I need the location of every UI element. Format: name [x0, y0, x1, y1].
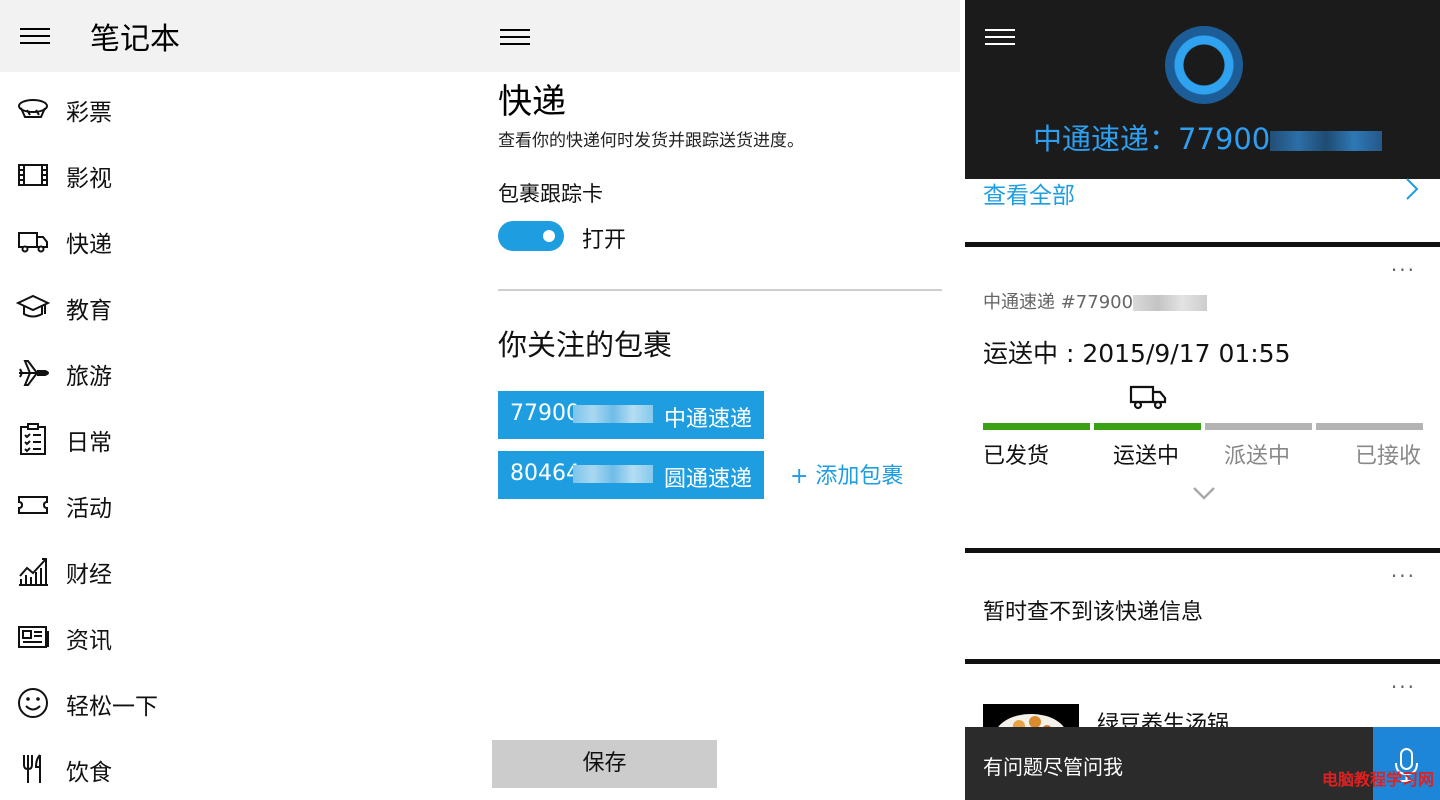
package-carrier: 中通速递	[663, 407, 752, 432]
courier-settings-panel: 快递 查看你的快递何时发货并跟踪送货进度。 包裹跟踪卡 打开 你关注的包裹 77…	[480, 0, 960, 800]
progress-step-bar	[1094, 423, 1201, 430]
more-options-icon[interactable]: ···	[1391, 564, 1416, 588]
tracking-id-text: 中通速递 #77900	[983, 292, 1134, 313]
see-all-link[interactable]: 查看全部	[983, 176, 1075, 210]
fork-icon	[23, 754, 41, 783]
nav-label-courier: 快递	[66, 232, 112, 258]
notebook-category-list: 彩票 影视 快递 教育 旅游 日常 活动 财经 资讯 轻松一下 饮食	[0, 76, 480, 800]
clipboard-icon	[20, 423, 46, 455]
hamburger-menu-icon[interactable]	[985, 25, 1017, 47]
package-number: 77900	[510, 401, 580, 426]
nav-label-lottery: 彩票	[66, 100, 112, 126]
divider	[498, 289, 942, 291]
tracking-card-toggle[interactable]	[498, 221, 564, 251]
nav-item-events[interactable]: 活动	[0, 472, 480, 538]
news-icon	[18, 626, 49, 648]
redacted-number	[573, 405, 653, 423]
tracking-card-label: 包裹跟踪卡	[498, 182, 603, 206]
card-separator	[965, 548, 1440, 553]
nav-item-travel[interactable]: 旅游	[0, 340, 480, 406]
package-carrier: 圆通速递	[663, 467, 752, 492]
package-number: 80464	[510, 461, 580, 486]
search-placeholder: 有问题尽管问我	[983, 755, 1123, 779]
toggle-knob	[543, 230, 555, 242]
save-button[interactable]: 保存	[492, 740, 717, 788]
nav-label-film: 影视	[66, 166, 112, 192]
redacted-number	[1133, 295, 1208, 311]
query-text: 中通速递：77900	[1033, 122, 1271, 156]
step-label: 已接收	[1355, 444, 1422, 469]
cortana-query: 中通速递：77900	[1033, 116, 1383, 158]
nav-item-education[interactable]: 教育	[0, 274, 480, 340]
package-item[interactable]: 77900 中通速递	[498, 391, 764, 439]
card-separator	[965, 242, 1440, 247]
toggle-state-label: 打开	[582, 228, 627, 253]
nav-label-food: 饮食	[66, 760, 112, 786]
courier-header	[480, 0, 960, 72]
progress-step-bar	[1316, 423, 1423, 430]
add-package-link[interactable]: + 添加包裹	[790, 458, 903, 490]
chevron-down-icon[interactable]	[1191, 484, 1217, 502]
tracking-status: 运送中 : 2015/9/17 01:55	[983, 339, 1291, 368]
nav-label-travel: 旅游	[66, 364, 112, 390]
nav-item-relax[interactable]: 轻松一下	[0, 670, 480, 736]
nav-item-daily[interactable]: 日常	[0, 406, 480, 472]
nav-label-education: 教育	[66, 298, 112, 324]
truck-icon	[18, 232, 48, 253]
nav-label-finance: 财经	[66, 562, 112, 588]
notebook-title: 笔记本	[90, 22, 180, 57]
nav-label-events: 活动	[66, 496, 112, 522]
hamburger-menu-icon[interactable]	[20, 24, 52, 46]
nav-label-relax: 轻松一下	[66, 694, 158, 720]
more-options-icon[interactable]: ···	[1391, 258, 1416, 282]
nav-item-finance[interactable]: 财经	[0, 538, 480, 604]
courier-description: 查看你的快递何时发货并跟踪送货进度。	[498, 131, 804, 151]
nav-item-film[interactable]: 影视	[0, 142, 480, 208]
step-label: 运送中	[1113, 444, 1180, 469]
airplane-icon	[19, 360, 50, 386]
tracking-id: 中通速递 #77900	[983, 288, 1208, 314]
smiley-icon	[18, 688, 48, 718]
progress-step-bar	[1205, 423, 1312, 430]
education-icon	[16, 294, 50, 318]
cortana-header: 中通速递：77900	[965, 0, 1440, 179]
nav-item-food[interactable]: 饮食	[0, 736, 480, 800]
cortana-logo-icon	[1165, 26, 1243, 104]
chart-icon	[19, 558, 48, 586]
nav-item-news[interactable]: 资讯	[0, 604, 480, 670]
followed-packages-heading: 你关注的包裹	[498, 328, 673, 362]
nav-item-lottery[interactable]: 彩票	[0, 76, 480, 142]
nav-item-courier[interactable]: 快递	[0, 208, 480, 274]
step-label: 已发货	[983, 444, 1050, 469]
chevron-right-icon[interactable]	[1400, 176, 1422, 202]
progress-step-bar	[983, 423, 1090, 430]
ticket-icon	[18, 496, 48, 514]
step-label: 派送中	[1224, 444, 1291, 469]
watermark: 电脑教程学习网	[1321, 770, 1434, 789]
nav-label-news: 资讯	[66, 628, 112, 654]
courier-title: 快递	[498, 82, 566, 122]
redacted-number	[573, 465, 653, 483]
notebook-panel: 笔记本 彩票 影视 快递 教育 旅游 日常 活动 财经 资讯 轻松一下 饮食	[0, 0, 480, 800]
package-item[interactable]: 80464 圆通速递	[498, 451, 764, 499]
hamburger-menu-icon[interactable]	[500, 25, 532, 47]
nav-label-daily: 日常	[66, 430, 112, 456]
cortana-search-box[interactable]: 有问题尽管问我	[965, 727, 1373, 800]
more-options-icon[interactable]: ···	[1391, 675, 1416, 699]
truck-icon	[1129, 385, 1167, 410]
film-icon	[18, 164, 48, 186]
no-info-message: 暂时查不到该快递信息	[983, 600, 1204, 625]
lottery-icon	[18, 99, 48, 118]
notebook-header: 笔记本	[0, 0, 480, 72]
redacted-number	[1270, 131, 1383, 151]
cortana-panel: 中通速递：77900 查看全部 ··· 中通速递 #77900 运送中 : 20…	[965, 0, 1440, 800]
card-separator	[965, 659, 1440, 664]
